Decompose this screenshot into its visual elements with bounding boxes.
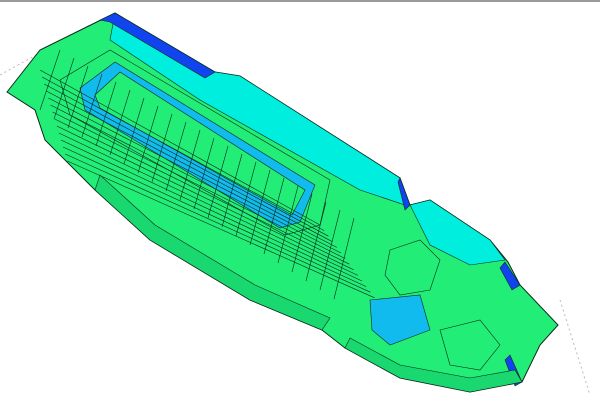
bounding-box-dashed-edge-right	[559, 299, 591, 396]
ship-model-render	[0, 12, 591, 396]
3d-viewport[interactable]	[0, 0, 600, 400]
ship-hull	[6, 12, 559, 393]
